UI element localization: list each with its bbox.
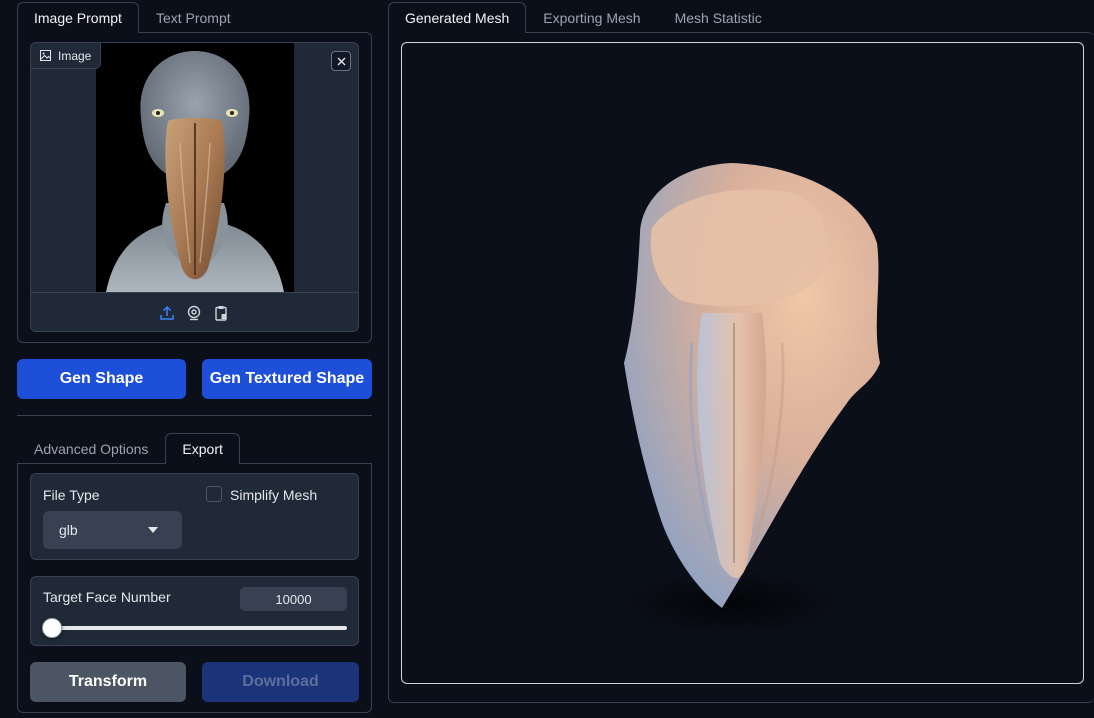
image-input: Image bbox=[30, 42, 359, 332]
close-icon bbox=[337, 57, 345, 65]
chevron-down-icon bbox=[148, 527, 158, 533]
clipboard-icon bbox=[215, 306, 227, 321]
tab-export[interactable]: Export bbox=[165, 433, 240, 464]
image-label-badge: Image bbox=[31, 43, 102, 69]
webcam-icon bbox=[187, 305, 201, 321]
tab-image-prompt[interactable]: Image Prompt bbox=[17, 2, 139, 33]
file-type-value: glb bbox=[59, 522, 78, 538]
transform-button[interactable]: Transform bbox=[30, 662, 186, 702]
uploaded-image bbox=[96, 43, 294, 292]
target-face-block: Target Face Number 10000 bbox=[30, 576, 359, 646]
tab-advanced-options[interactable]: Advanced Options bbox=[17, 433, 165, 464]
mesh-viewer[interactable] bbox=[401, 42, 1084, 684]
paste-button[interactable] bbox=[211, 303, 231, 323]
target-face-slider-track[interactable] bbox=[47, 626, 347, 630]
mesh-tabs: Generated Mesh Exporting Mesh Mesh Stati… bbox=[388, 2, 779, 33]
simplify-mesh-label: Simplify Mesh bbox=[230, 487, 318, 503]
divider bbox=[17, 415, 372, 416]
file-type-label: File Type bbox=[43, 487, 100, 503]
upload-icon bbox=[160, 305, 174, 320]
simplify-mesh-checkbox[interactable] bbox=[206, 486, 222, 502]
gen-shape-button[interactable]: Gen Shape bbox=[17, 359, 186, 399]
prompt-tabs: Image Prompt Text Prompt bbox=[17, 2, 248, 33]
option-tabs: Advanced Options Export bbox=[17, 433, 240, 464]
shoebill-photo bbox=[106, 51, 284, 292]
upload-button[interactable] bbox=[157, 303, 177, 323]
image-label: Image bbox=[58, 48, 92, 63]
tab-generated-mesh[interactable]: Generated Mesh bbox=[388, 2, 527, 33]
remove-image-button[interactable] bbox=[331, 51, 351, 71]
target-face-label: Target Face Number bbox=[43, 589, 171, 605]
tab-text-prompt[interactable]: Text Prompt bbox=[139, 2, 248, 33]
target-face-slider-thumb[interactable] bbox=[42, 618, 62, 638]
mesh-render bbox=[612, 163, 880, 638]
image-icon bbox=[40, 50, 51, 61]
gen-textured-shape-button[interactable]: Gen Textured Shape bbox=[202, 359, 372, 399]
tab-mesh-statistic[interactable]: Mesh Statistic bbox=[658, 2, 779, 33]
file-type-block: File Type glb Simplify Mesh bbox=[30, 473, 359, 560]
target-face-input[interactable]: 10000 bbox=[240, 587, 347, 611]
webcam-button[interactable] bbox=[184, 303, 204, 323]
tab-exporting-mesh[interactable]: Exporting Mesh bbox=[526, 2, 657, 33]
download-button[interactable]: Download bbox=[202, 662, 359, 702]
image-source-toolbar bbox=[31, 292, 358, 331]
file-type-select[interactable]: glb bbox=[43, 511, 182, 549]
